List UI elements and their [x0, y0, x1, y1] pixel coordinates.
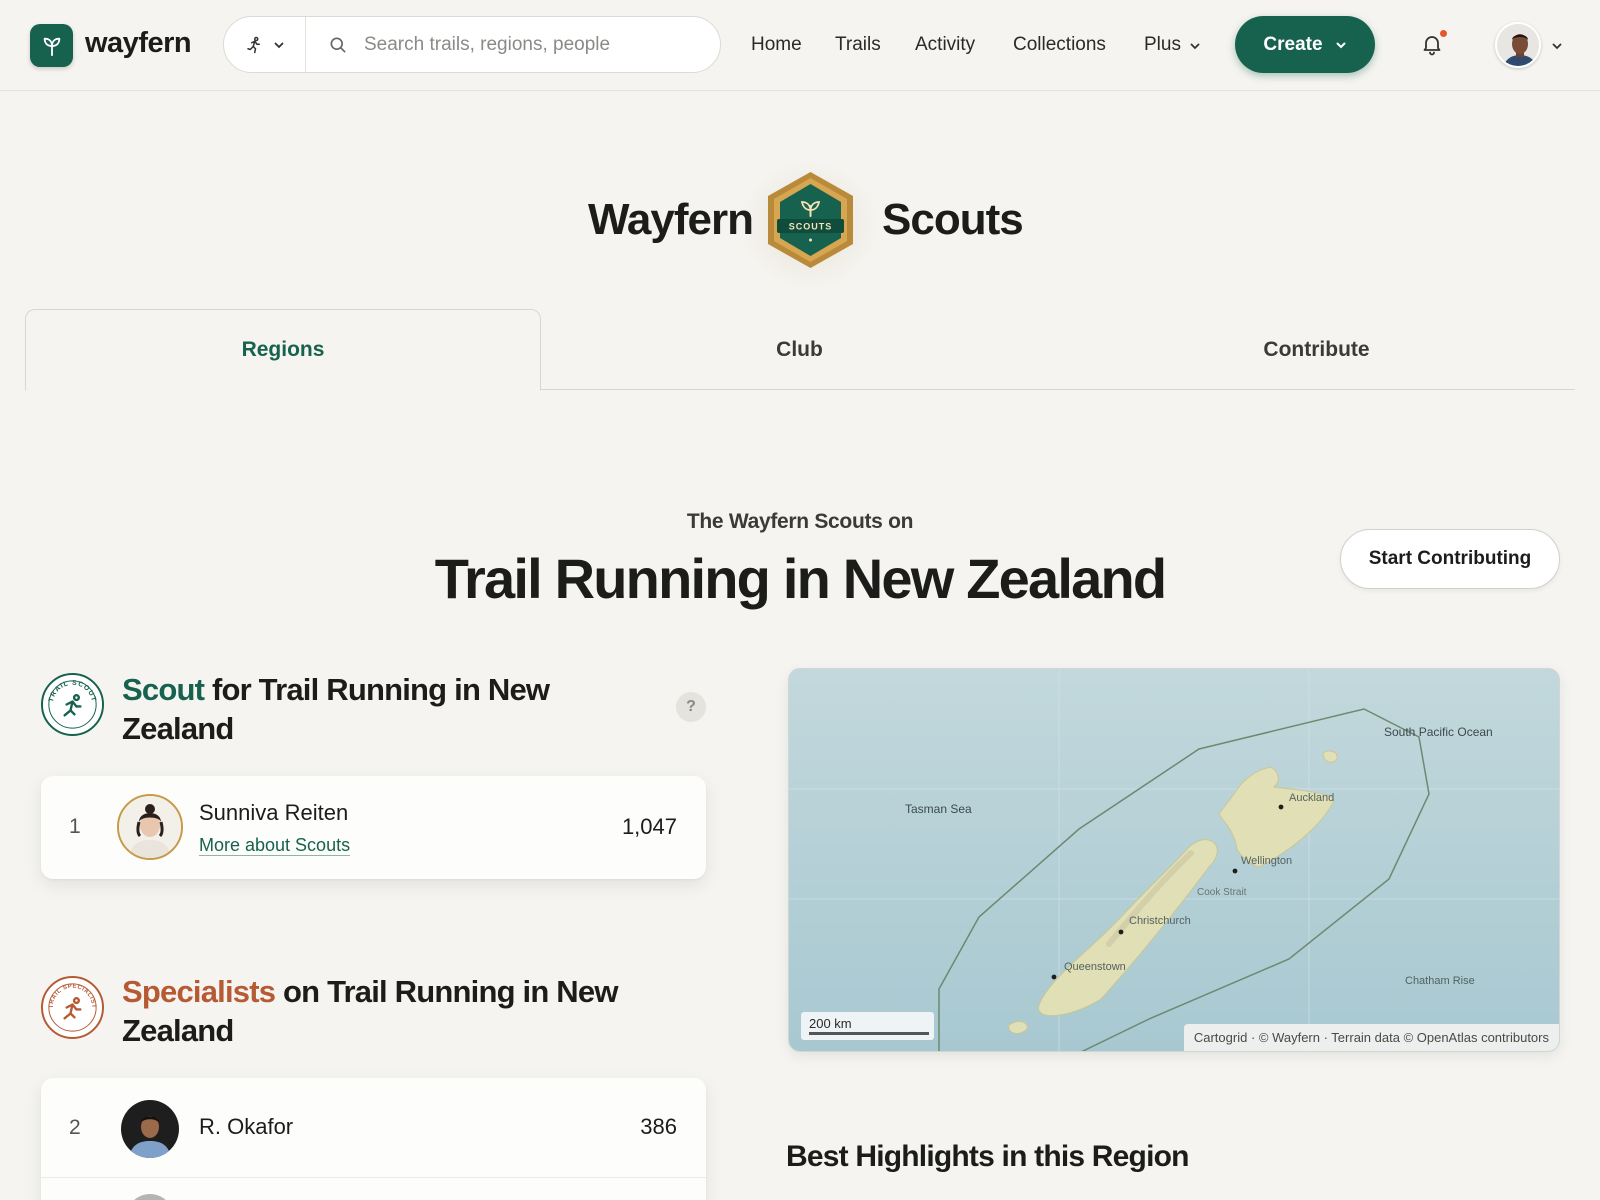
specialists-title-accent: Specialists	[122, 974, 276, 1009]
avatar-image	[121, 1100, 179, 1158]
nav-collections[interactable]: Collections	[1013, 34, 1106, 56]
scouts-badge-icon: SCOUTS	[768, 172, 853, 268]
trail-scout-emblem-icon: TRAIL SCOUT	[40, 672, 105, 737]
more-about-scouts-link[interactable]: More about Scouts	[199, 835, 350, 856]
avatar	[126, 1194, 174, 1200]
nav-plus[interactable]: Plus	[1144, 34, 1181, 56]
tab-regions[interactable]: Regions	[25, 309, 541, 391]
chevron-down-icon[interactable]	[1551, 40, 1563, 52]
map-label-strait: Cook Strait	[1197, 887, 1247, 898]
rank-number: 2	[69, 1116, 81, 1139]
scout-section-title: Scout for Trail Running in New Zealand	[122, 670, 602, 748]
island-shape	[1322, 750, 1338, 763]
sprout-icon	[43, 37, 60, 56]
runner-icon	[246, 36, 260, 53]
city-marker[interactable]	[1118, 929, 1124, 935]
south-island-shape[interactable]	[1038, 839, 1218, 1017]
map-label-rise: Chatham Rise	[1405, 975, 1475, 987]
create-button-label: Create	[1263, 33, 1323, 55]
map-label-city[interactable]: Auckland	[1289, 792, 1334, 804]
tab-contribute[interactable]: Contribute	[1058, 309, 1575, 390]
score-value: 1,047	[621, 814, 677, 839]
person-name[interactable]: Sunniva Reiten	[199, 800, 348, 826]
city-marker[interactable]	[1232, 868, 1238, 874]
top-navigation-bar: wayfern Home Trails Activity Collections…	[0, 0, 1600, 91]
specialists-section-title: Specialists on Trail Running in New Zeal…	[122, 972, 642, 1050]
search-icon	[330, 37, 346, 53]
badge-label: SCOUTS	[789, 222, 833, 232]
hero-title-left: Wayfern	[588, 195, 754, 244]
scale-bar	[809, 1032, 929, 1035]
scout-title-accent: Scout	[122, 672, 205, 707]
notification-dot	[1440, 30, 1447, 37]
person-name[interactable]: R. Okafor	[199, 1114, 293, 1140]
create-button[interactable]: Create	[1235, 16, 1375, 73]
scale-label: 200 km	[809, 1016, 852, 1031]
nav-activity[interactable]: Activity	[915, 34, 975, 56]
score-value: 386	[640, 1114, 677, 1139]
brand-name[interactable]: wayfern	[85, 27, 192, 60]
map-label-sea: Tasman Sea	[905, 802, 972, 816]
chevron-down-icon	[1336, 42, 1346, 48]
search-input[interactable]	[364, 29, 704, 61]
rank-number: 1	[69, 815, 81, 838]
chevron-down-icon[interactable]	[1189, 40, 1201, 52]
table-row[interactable]: 2 R. Okafor 386	[41, 1078, 706, 1178]
region-map[interactable]: South Pacific Ocean Tasman Sea Auckland …	[788, 668, 1560, 1052]
avatar[interactable]	[117, 794, 183, 860]
scout-card[interactable]: 1 Sunniva Reiten More about Scouts 1,047	[41, 776, 706, 879]
map-scale: 200 km	[801, 1012, 934, 1040]
specialists-card: 2 R. Okafor 386	[41, 1078, 706, 1200]
avatar-image	[119, 796, 181, 858]
help-button[interactable]: ?	[676, 692, 706, 722]
start-contributing-button[interactable]: Start Contributing	[1340, 529, 1560, 589]
island-shape	[1008, 1021, 1028, 1034]
tab-club[interactable]: Club	[541, 309, 1058, 390]
sport-type-dropdown[interactable]	[224, 17, 306, 72]
city-marker[interactable]	[1051, 974, 1057, 980]
map-label-city[interactable]: Wellington	[1241, 855, 1292, 867]
chevron-down-icon	[274, 42, 283, 48]
city-marker[interactable]	[1278, 804, 1284, 810]
nav-trails[interactable]: Trails	[835, 34, 881, 56]
scouts-tabs: Regions Club Contribute	[25, 309, 1575, 391]
hero-title-right: Scouts	[882, 195, 1024, 244]
trail-specialist-emblem-icon: TRAIL SPECIALIST	[40, 975, 105, 1040]
user-avatar[interactable]	[1495, 22, 1541, 68]
search-bar	[223, 16, 721, 73]
map-label-city[interactable]: Queenstown	[1064, 961, 1126, 973]
nav-home[interactable]: Home	[751, 34, 802, 56]
map-attribution[interactable]: Cartogrid · © Wayfern · Terrain data © O…	[1183, 1024, 1559, 1051]
north-island-shape[interactable]	[1218, 766, 1335, 868]
map-label-city[interactable]: Christchurch	[1129, 915, 1191, 927]
highlights-title: Best Highlights in this Region	[786, 1140, 1189, 1173]
user-avatar-image	[1497, 24, 1539, 66]
wayfern-logo[interactable]	[30, 24, 73, 67]
map-label-ocean: South Pacific Ocean	[1384, 725, 1493, 739]
avatar[interactable]	[121, 1100, 179, 1158]
